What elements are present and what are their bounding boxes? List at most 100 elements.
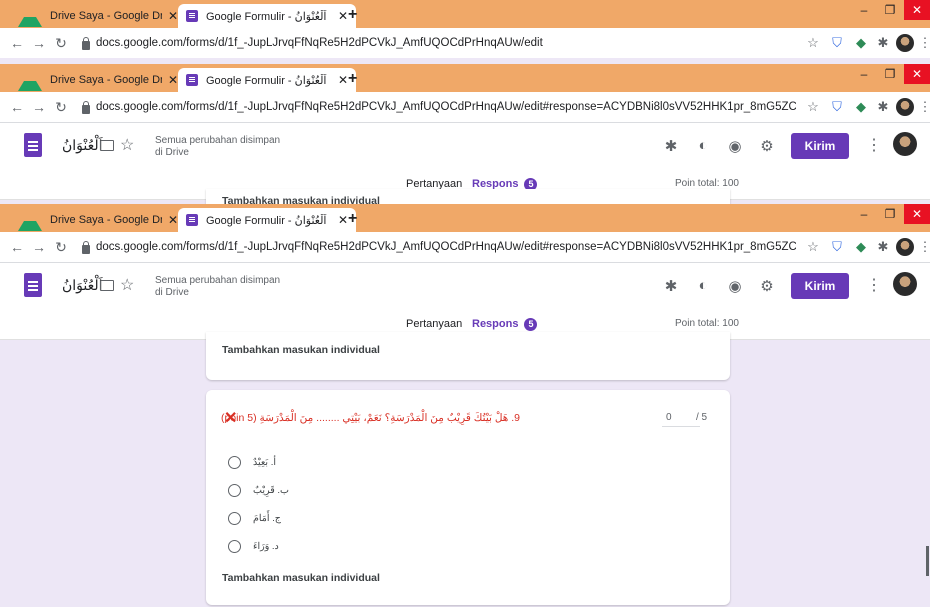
save-status-line: di Drive [155,287,189,298]
shield-extension-icon[interactable]: ⛉ [828,238,846,256]
add-individual-feedback-link[interactable]: Tambahkan masukan individual [222,572,380,584]
send-button[interactable]: Kirim [791,133,849,159]
bookmark-star-icon[interactable]: ☆ [804,238,822,256]
score-input[interactable] [662,408,700,427]
option-b[interactable]: ب. قَرِيْبٌ [228,482,289,498]
restore-button[interactable]: ❐ [878,64,902,84]
google-drive-icon [18,69,42,91]
browser-menu-icon[interactable]: ⋮ [916,34,930,52]
bookmark-star-icon[interactable]: ☆ [804,34,822,52]
tab-responses[interactable]: Respons 5 [472,318,538,331]
close-tab-icon[interactable]: ✕ [168,73,178,87]
add-individual-feedback-link[interactable]: Tambahkan masukan individual [222,344,380,356]
tab-strip: Drive Saya - Google Drive ✕ Google Formu… [0,204,930,232]
folder-icon[interactable] [100,280,114,291]
close-window-button[interactable]: ✕ [904,0,930,20]
puzzle-extensions-icon[interactable]: ✱ [874,34,892,52]
google-forms-logo-icon[interactable] [24,133,42,157]
tab-forms[interactable]: Google Formulir - اَلْعُنْوَانُ ✕ [178,208,356,232]
save-status-line: di Drive [155,147,189,158]
reload-icon[interactable]: ↻ [50,239,72,256]
responses-count-badge: 5 [524,318,538,331]
radio-button[interactable] [228,539,241,553]
url-field[interactable]: docs.google.com/forms/d/1f_-JupLJrvqFfNq… [96,101,796,113]
browser-menu-icon[interactable]: ⋮ [916,98,930,116]
extension-icon[interactable]: ◆ [852,34,870,52]
forward-icon[interactable]: → [28,239,50,255]
browser-menu-icon[interactable]: ⋮ [916,238,930,256]
profile-icon[interactable] [896,34,914,52]
lock-icon [82,36,90,50]
preview-eye-icon[interactable]: ◉ [726,277,744,295]
tab-drive[interactable]: Drive Saya - Google Drive ✕ [18,4,178,28]
scrollbar-thumb[interactable] [926,546,929,576]
back-icon[interactable]: ← [6,35,28,51]
extension-icon[interactable]: ◆ [852,98,870,116]
tab-forms[interactable]: Google Formulir - اَلْعُنْوَانُ ✕ [178,4,356,28]
palette-icon[interactable]: ◐ [694,277,712,294]
star-icon[interactable]: ☆ [120,135,134,155]
tab-forms[interactable]: Google Formulir - اَلْعُنْوَانُ ✕ [178,68,356,92]
minimize-button[interactable]: – [852,0,876,20]
more-options-icon[interactable]: ⋮ [866,275,882,295]
url-field[interactable]: docs.google.com/forms/d/1f_-JupLJrvqFfNq… [96,37,796,49]
folder-icon[interactable] [100,140,114,151]
radio-button[interactable] [228,511,241,525]
tab-drive[interactable]: Drive Saya - Google Drive ✕ [18,208,178,232]
close-window-button[interactable]: ✕ [904,204,930,224]
radio-button[interactable] [228,483,241,497]
settings-gear-icon[interactable]: ⚙ [758,137,776,155]
account-avatar[interactable] [893,272,917,296]
send-button[interactable]: Kirim [791,273,849,299]
profile-icon[interactable] [896,238,914,256]
account-avatar[interactable] [893,132,917,156]
star-icon[interactable]: ☆ [120,275,134,295]
close-tab-icon[interactable]: ✕ [338,213,348,227]
url-field[interactable]: docs.google.com/forms/d/1f_-JupLJrvqFfNq… [96,241,796,253]
restore-button[interactable]: ❐ [878,204,902,224]
tab-title: Google Formulir - اَلْعُنْوَانُ [206,10,327,23]
forward-icon[interactable]: → [28,99,50,115]
new-tab-button[interactable]: + [348,70,357,88]
more-options-icon[interactable]: ⋮ [866,135,882,155]
option-a[interactable]: أ. بَعِيْدٌ [228,454,276,470]
google-forms-logo-icon[interactable] [24,273,42,297]
option-d[interactable]: د. وَرَاءَ [228,538,279,554]
close-tab-icon[interactable]: ✕ [168,213,178,227]
forward-icon[interactable]: → [28,35,50,51]
reload-icon[interactable]: ↻ [50,99,72,116]
puzzle-extensions-icon[interactable]: ✱ [874,238,892,256]
option-c[interactable]: ج. أَمَامَ [228,510,281,526]
shield-extension-icon[interactable]: ⛉ [828,34,846,52]
tab-drive[interactable]: Drive Saya - Google Drive ✕ [18,68,178,92]
tab-questions[interactable]: Pertanyaan [406,318,462,330]
new-tab-button[interactable]: + [348,6,357,24]
bookmark-star-icon[interactable]: ☆ [804,98,822,116]
palette-icon[interactable]: ◐ [694,137,712,154]
addon-puzzle-icon[interactable]: ✱ [662,277,680,295]
reload-icon[interactable]: ↻ [50,35,72,52]
extension-icon[interactable]: ◆ [852,238,870,256]
google-forms-icon [186,214,198,226]
form-title[interactable]: اَلْعُنْوَانُ [62,137,103,154]
radio-button[interactable] [228,455,241,469]
new-tab-button[interactable]: + [348,210,357,228]
save-status-line: Semua perubahan disimpan [155,275,281,286]
profile-icon[interactable] [896,98,914,116]
tab-title: Google Formulir - اَلْعُنْوَانُ [206,214,327,227]
minimize-button[interactable]: – [852,204,876,224]
back-icon[interactable]: ← [6,239,28,255]
minimize-button[interactable]: – [852,64,876,84]
shield-extension-icon[interactable]: ⛉ [828,98,846,116]
settings-gear-icon[interactable]: ⚙ [758,277,776,295]
back-icon[interactable]: ← [6,99,28,115]
close-tab-icon[interactable]: ✕ [338,73,348,87]
close-tab-icon[interactable]: ✕ [168,9,178,23]
restore-button[interactable]: ❐ [878,0,902,20]
form-title[interactable]: اَلْعُنْوَانُ [62,277,103,294]
addon-puzzle-icon[interactable]: ✱ [662,137,680,155]
preview-eye-icon[interactable]: ◉ [726,137,744,155]
close-window-button[interactable]: ✕ [904,64,930,84]
puzzle-extensions-icon[interactable]: ✱ [874,98,892,116]
close-tab-icon[interactable]: ✕ [338,9,348,23]
